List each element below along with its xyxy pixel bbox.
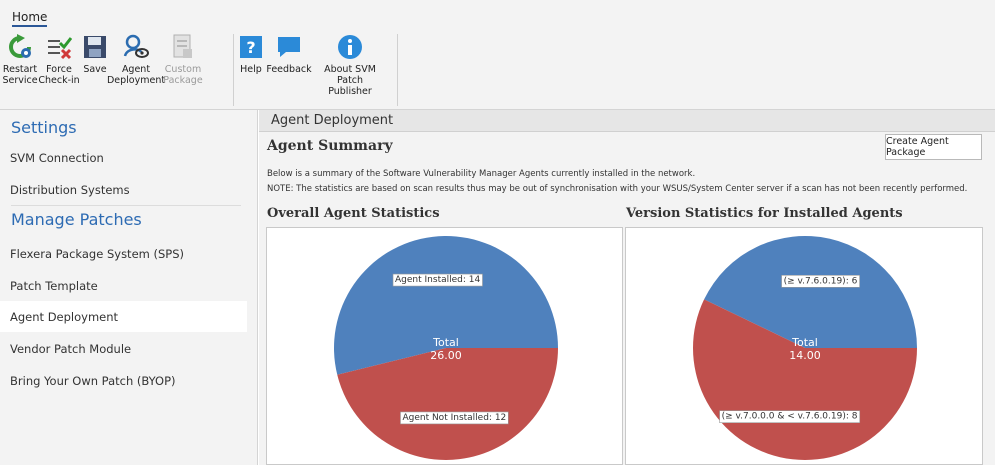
sidebar-item-patch-template[interactable]: Patch Template (0, 270, 247, 301)
slice-label: (≥ v.7.6.0.19): 6 (784, 276, 858, 286)
sidebar-section-manage-patches: Manage Patches (11, 210, 142, 229)
custom-package-button[interactable]: Custom Package (162, 32, 204, 106)
feedback-icon (275, 32, 303, 62)
slice-label: Agent Not Installed: 12 (402, 413, 506, 423)
ribbon-separator (397, 34, 398, 106)
sidebar: Settings SVM Connection Distribution Sys… (0, 110, 258, 465)
overall-stats-title: Overall Agent Statistics (267, 206, 440, 221)
pie-center-label: Total (432, 336, 459, 349)
force-checkin-button[interactable]: Force Check-in (38, 32, 80, 106)
custom-package-icon (169, 32, 197, 62)
version-chart-panel: (≥ v.7.6.0.19): 6 (≥ v.7.0.0.0 & < v.7.6.… (625, 227, 983, 465)
help-icon: ? (237, 32, 265, 62)
sidebar-item-agent-deployment[interactable]: Agent Deployment (0, 301, 247, 332)
sidebar-item-distribution-systems[interactable]: Distribution Systems (0, 174, 247, 205)
pie-center-value: 26.00 (430, 349, 462, 362)
sidebar-item-vendor-patch-module[interactable]: Vendor Patch Module (0, 333, 247, 364)
help-button[interactable]: ? Help (238, 32, 264, 106)
slice-label: (≥ v.7.0.0.0 & < v.7.6.0.19): 8 (722, 412, 858, 422)
force-checkin-icon (45, 32, 73, 62)
save-icon (81, 32, 109, 62)
feedback-button[interactable]: Feedback (264, 32, 314, 106)
pie-center-label: Total (791, 336, 818, 349)
sidebar-divider (11, 205, 241, 206)
info-icon (336, 32, 364, 62)
save-button[interactable]: Save (80, 32, 110, 106)
sidebar-item-svm-connection[interactable]: SVM Connection (0, 142, 247, 173)
ribbon-group-service: Restart Service Force Check-in Save Agen… (2, 32, 204, 106)
sidebar-section-settings: Settings (11, 118, 77, 137)
agent-deployment-button[interactable]: Agent Deployment (107, 32, 165, 106)
overall-agent-pie-chart: Agent Installed: 14 Agent Not Installed: … (334, 236, 558, 461)
svg-text:?: ? (246, 38, 255, 57)
version-stats-title: Version Statistics for Installed Agents (626, 206, 903, 221)
sidebar-item-byop[interactable]: Bring Your Own Patch (BYOP) (0, 365, 247, 396)
ribbon-separator (233, 34, 234, 106)
slice-label: Agent Installed: 14 (395, 275, 480, 285)
overall-chart-panel: Agent Installed: 14 Agent Not Installed: … (266, 227, 623, 465)
ribbon: Home Restart Service Force Check-in Save… (0, 0, 995, 110)
pie-center-value: 14.00 (789, 349, 821, 362)
tab-home[interactable]: Home (12, 10, 48, 27)
version-stats-pie-chart: (≥ v.7.6.0.19): 6 (≥ v.7.0.0.0 & < v.7.6.… (693, 235, 917, 460)
about-button[interactable]: About SVM Patch Publisher (314, 32, 386, 106)
description-text: Below is a summary of the Software Vulne… (267, 169, 696, 179)
sidebar-item-sps[interactable]: Flexera Package System (SPS) (0, 238, 247, 269)
summary-title: Agent Summary (267, 138, 393, 154)
create-agent-package-button[interactable]: Create Agent Package (885, 134, 982, 160)
note-text: NOTE: The statistics are based on scan r… (267, 184, 968, 194)
restart-icon (6, 32, 34, 62)
restart-service-button[interactable]: Restart Service (2, 32, 38, 106)
page-title: Agent Deployment (259, 110, 995, 132)
agent-deployment-icon (122, 32, 150, 62)
ribbon-group-help: ? Help Feedback About SVM Patch Publishe… (238, 32, 386, 106)
main-content: Agent Deployment Agent Summary Create Ag… (259, 110, 995, 465)
